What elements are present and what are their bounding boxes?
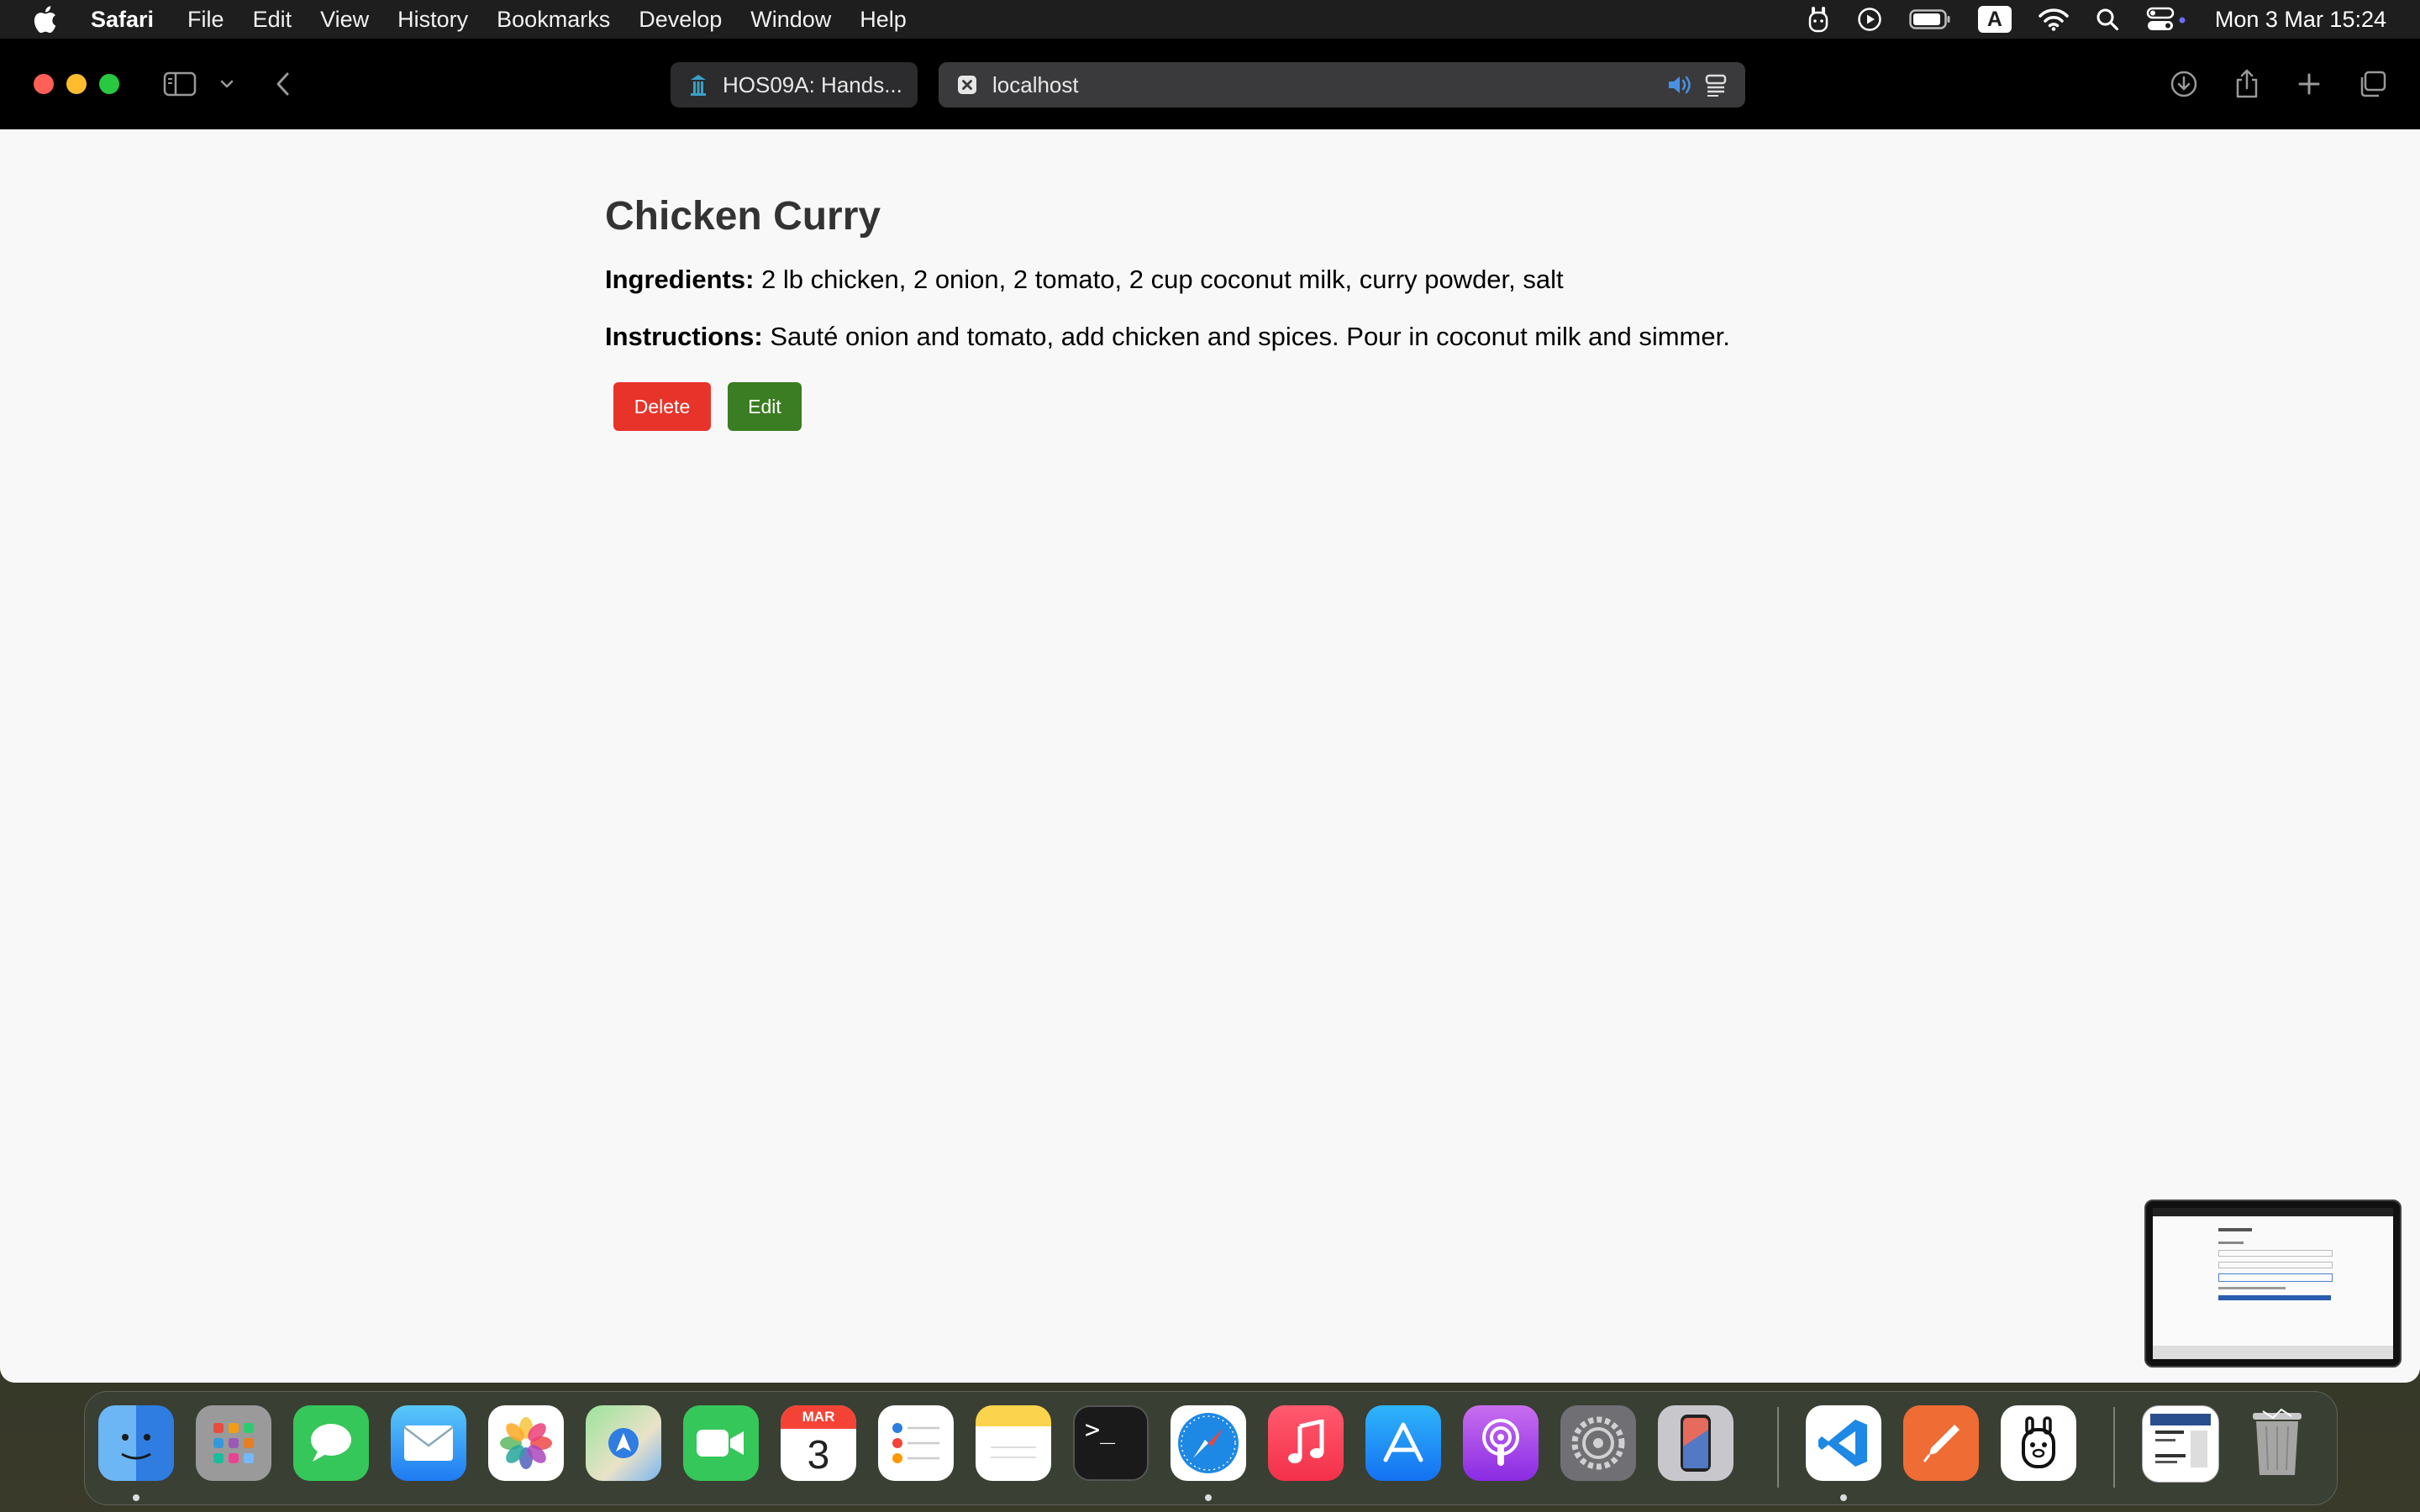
reader-mode-icon[interactable] (1705, 73, 1727, 97)
calendar-icon[interactable]: MAR 3 (781, 1405, 856, 1481)
safari-running-indicator (1205, 1494, 1212, 1501)
close-window-button[interactable] (34, 74, 54, 94)
dock-separator (2113, 1407, 2115, 1488)
menu-clock[interactable]: Mon 3 Mar 15:24 (2215, 7, 2386, 33)
mail-icon[interactable] (391, 1405, 466, 1481)
screenshot-preview-thumbnail[interactable] (2144, 1200, 2402, 1368)
battery-icon[interactable] (1909, 0, 1951, 39)
postman-icon[interactable] (1903, 1405, 1979, 1481)
chevron-down-icon[interactable] (217, 64, 237, 104)
menu-app-name[interactable]: Safari (91, 7, 154, 33)
finder-icon[interactable] (98, 1405, 174, 1481)
system-settings-icon[interactable] (1560, 1405, 1636, 1481)
recipe-actions: Delete Edit (605, 382, 1865, 431)
tab-label: HOS09A: Hands... (723, 71, 902, 97)
menu-view[interactable]: View (320, 7, 369, 33)
safari-window: HOS09A: Hands... localhost Chicken Curry… (0, 39, 2420, 1383)
minimize-window-button[interactable] (66, 74, 87, 94)
play-status-icon[interactable] (1857, 0, 1882, 39)
reminders-icon[interactable] (878, 1405, 954, 1481)
zoom-window-button[interactable] (99, 74, 119, 94)
dock: MAR 3 >_ (84, 1391, 2338, 1505)
edit-button[interactable]: Edit (728, 382, 802, 431)
launchpad-icon[interactable] (196, 1405, 271, 1481)
vscode-icon[interactable] (1806, 1405, 1881, 1481)
app-store-icon[interactable] (1365, 1405, 1441, 1481)
recipe-title: Chicken Curry (605, 194, 881, 239)
menu-bookmarks[interactable]: Bookmarks (497, 7, 610, 33)
keyboard-input-icon[interactable]: A (1977, 0, 2012, 39)
menu-bar: Safari File Edit View History Bookmarks … (0, 0, 2420, 39)
trash-icon[interactable] (2239, 1405, 2315, 1481)
ingredients-label: Ingredients: (605, 265, 755, 294)
tab-label: localhost (992, 71, 1079, 97)
share-icon[interactable] (2230, 64, 2264, 104)
apple-menu-icon[interactable] (32, 3, 60, 35)
menu-file[interactable]: File (187, 7, 224, 33)
thumbnail-image (2153, 1208, 2393, 1359)
wifi-icon[interactable] (2039, 0, 2069, 39)
audio-playing-icon[interactable] (1666, 73, 1695, 97)
keyboard-input-label: A (1977, 6, 2012, 33)
instructions-text: Sauté onion and tomato, add chicken and … (770, 322, 1730, 351)
dock-separator (1777, 1407, 1779, 1488)
iphone-mirroring-icon[interactable] (1658, 1405, 1733, 1481)
safari-icon[interactable] (1171, 1405, 1246, 1481)
ollama-icon[interactable] (2001, 1405, 2076, 1481)
facetime-icon[interactable] (683, 1405, 759, 1481)
page-content: Chicken Curry Ingredients: 2 lb chicken,… (0, 129, 2420, 1383)
back-button-icon[interactable] (271, 64, 296, 104)
calendar-month: MAR (781, 1405, 856, 1429)
tab-favicon-icon (689, 73, 708, 97)
ollama-status-icon[interactable] (1807, 0, 1830, 39)
downloads-icon[interactable] (2166, 64, 2202, 104)
finder-running-indicator (133, 1494, 139, 1501)
notes-icon[interactable] (976, 1405, 1051, 1481)
calendar-day: 3 (807, 1432, 830, 1478)
menu-window[interactable]: Window (750, 7, 831, 33)
instructions-paragraph: Instructions: Sauté onion and tomato, ad… (605, 320, 1865, 354)
vscode-running-indicator (1840, 1494, 1847, 1501)
terminal-icon[interactable]: >_ (1073, 1405, 1149, 1481)
messages-icon[interactable] (293, 1405, 369, 1481)
menu-help[interactable]: Help (860, 7, 907, 33)
menu-history[interactable]: History (397, 7, 468, 33)
ingredients-text: 2 lb chicken, 2 onion, 2 tomato, 2 cup c… (761, 265, 1564, 294)
ingredients-paragraph: Ingredients: 2 lb chicken, 2 onion, 2 to… (605, 263, 1865, 297)
browser-toolbar: HOS09A: Hands... localhost (0, 39, 2420, 129)
sidebar-toggle-icon[interactable] (161, 64, 198, 104)
spotlight-search-icon[interactable] (2096, 0, 2119, 39)
tab-hos09a[interactable]: HOS09A: Hands... (671, 62, 918, 108)
menu-edit[interactable]: Edit (253, 7, 292, 33)
maps-icon[interactable] (586, 1405, 661, 1481)
delete-button[interactable]: Delete (613, 382, 711, 431)
recipe-detail: Chicken Curry Ingredients: 2 lb chicken,… (605, 193, 1865, 431)
new-tab-icon[interactable] (2292, 64, 2326, 104)
control-center-icon[interactable] (2146, 0, 2188, 39)
photos-icon[interactable] (488, 1405, 564, 1481)
instructions-label: Instructions: (605, 322, 763, 351)
document-stack-icon[interactable] (2142, 1405, 2219, 1483)
tab-localhost[interactable]: localhost (939, 62, 1745, 108)
menu-develop[interactable]: Develop (639, 7, 722, 33)
tab-overview-icon[interactable] (2354, 64, 2390, 104)
close-tab-icon[interactable] (957, 75, 977, 95)
music-icon[interactable] (1268, 1405, 1344, 1481)
podcasts-icon[interactable] (1463, 1405, 1539, 1481)
